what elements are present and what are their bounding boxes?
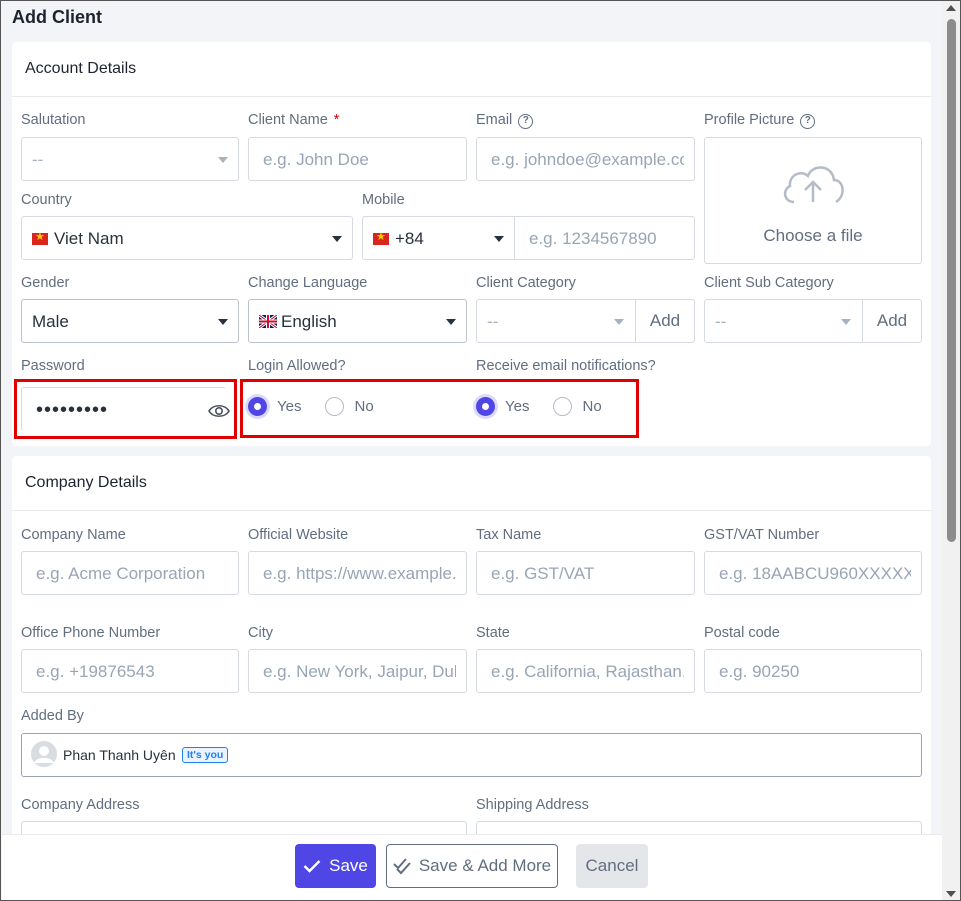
company-details-card: Company Details Company Name e.g. Acme C… <box>12 456 931 881</box>
gst-vat-label: GST/VAT Number <box>704 527 820 543</box>
password-highlight <box>14 379 237 439</box>
added-by-label: Added By <box>21 708 84 724</box>
country-select[interactable]: Viet Nam <box>21 216 353 260</box>
choose-file-label: Choose a file <box>763 226 863 245</box>
state-label: State <box>476 625 510 641</box>
email-label: Email? <box>476 112 534 129</box>
client-name-label: Client Name * <box>248 112 340 128</box>
company-address-label: Company Address <box>21 797 140 813</box>
profile-picture-label: Profile Picture? <box>704 112 816 129</box>
save-add-more-button[interactable]: Save & Add More <box>386 844 558 888</box>
postal-code-label: Postal code <box>704 625 780 641</box>
salutation-label: Salutation <box>21 112 86 128</box>
modal-footer: Save Save & Add More Cancel <box>2 834 943 900</box>
client-sub-category-select[interactable]: -- Add <box>704 299 922 343</box>
mobile-label: Mobile <box>362 192 405 208</box>
tax-name-label: Tax Name <box>476 527 542 543</box>
language-select[interactable]: English <box>248 299 467 343</box>
check-icon <box>303 860 321 873</box>
chevron-down-icon <box>218 319 228 325</box>
page-title: Add Client <box>12 7 102 27</box>
vietnam-flag-icon <box>32 230 48 245</box>
chevron-down-icon <box>218 157 228 163</box>
chevron-down-icon <box>446 319 456 325</box>
company-name-input[interactable]: e.g. Acme Corporation <box>21 551 239 595</box>
client-name-input[interactable]: e.g. John Doe <box>248 137 467 181</box>
uk-flag-icon <box>259 315 277 328</box>
scrollbar[interactable] <box>942 1 960 900</box>
scroll-up-icon[interactable] <box>946 5 956 11</box>
city-label: City <box>248 625 273 641</box>
account-details-heading: Account Details <box>12 42 931 97</box>
chevron-down-icon <box>332 236 342 242</box>
postal-code-input[interactable]: e.g. 90250 <box>704 649 922 693</box>
gst-vat-input[interactable]: e.g. 18AABCU960XXXXX <box>704 551 922 595</box>
chevron-down-icon <box>841 319 851 325</box>
cloud-upload-icon <box>783 166 844 204</box>
add-sub-category-button[interactable]: Add <box>862 300 921 342</box>
gender-select[interactable]: Male <box>21 299 239 343</box>
chevron-down-icon <box>614 319 624 325</box>
password-label: Password <box>21 358 85 374</box>
gender-label: Gender <box>21 275 70 291</box>
profile-picture-dropzone[interactable]: Choose a file <box>704 137 922 264</box>
help-icon[interactable]: ? <box>800 114 816 129</box>
salutation-select[interactable]: -- <box>21 137 239 181</box>
office-phone-input[interactable]: e.g. +19876543 <box>21 649 239 693</box>
double-check-icon <box>393 858 411 875</box>
state-input[interactable]: e.g. California, Rajasthan, Dubai <box>476 649 695 693</box>
scrollbar-thumb[interactable] <box>947 19 956 542</box>
tax-name-input[interactable]: e.g. GST/VAT <box>476 551 695 595</box>
save-button[interactable]: Save <box>295 844 376 888</box>
language-label: Change Language <box>248 275 368 291</box>
cancel-button[interactable]: Cancel <box>576 844 648 888</box>
mobile-code-select[interactable]: +84 <box>363 217 515 259</box>
office-phone-label: Office Phone Number <box>21 625 161 641</box>
company-details-heading: Company Details <box>12 456 931 511</box>
email-notifications-label: Receive email notifications? <box>476 358 656 374</box>
chevron-down-icon <box>494 236 504 242</box>
mobile-input[interactable]: e.g. 1234567890 <box>529 229 684 249</box>
login-allowed-label: Login Allowed? <box>248 358 346 374</box>
company-name-label: Company Name <box>21 527 126 543</box>
website-label: Official Website <box>248 527 349 543</box>
client-category-label: Client Category <box>476 275 576 291</box>
mobile-field: +84 e.g. 1234567890 <box>362 216 695 260</box>
added-by-select[interactable]: Phan Thanh Uyên It's you <box>21 733 922 777</box>
shipping-address-label: Shipping Address <box>476 797 589 813</box>
its-you-badge: It's you <box>182 747 229 763</box>
add-category-button[interactable]: Add <box>635 300 694 342</box>
client-category-select[interactable]: -- Add <box>476 299 695 343</box>
added-by-user: Phan Thanh Uyên <box>63 747 176 763</box>
radio-highlight <box>240 379 639 438</box>
vietnam-flag-icon <box>373 230 389 245</box>
help-icon[interactable]: ? <box>518 114 534 129</box>
client-sub-category-label: Client Sub Category <box>704 275 834 291</box>
website-input[interactable]: e.g. https://www.example.com <box>248 551 467 595</box>
city-input[interactable]: e.g. New York, Jaipur, Dubai <box>248 649 467 693</box>
avatar <box>31 741 57 767</box>
add-client-modal: Add Client Account Details Salutation --… <box>0 0 961 901</box>
scroll-down-icon[interactable] <box>946 891 956 897</box>
country-label: Country <box>21 192 72 208</box>
email-input[interactable]: e.g. johndoe@example.com <box>476 137 695 181</box>
